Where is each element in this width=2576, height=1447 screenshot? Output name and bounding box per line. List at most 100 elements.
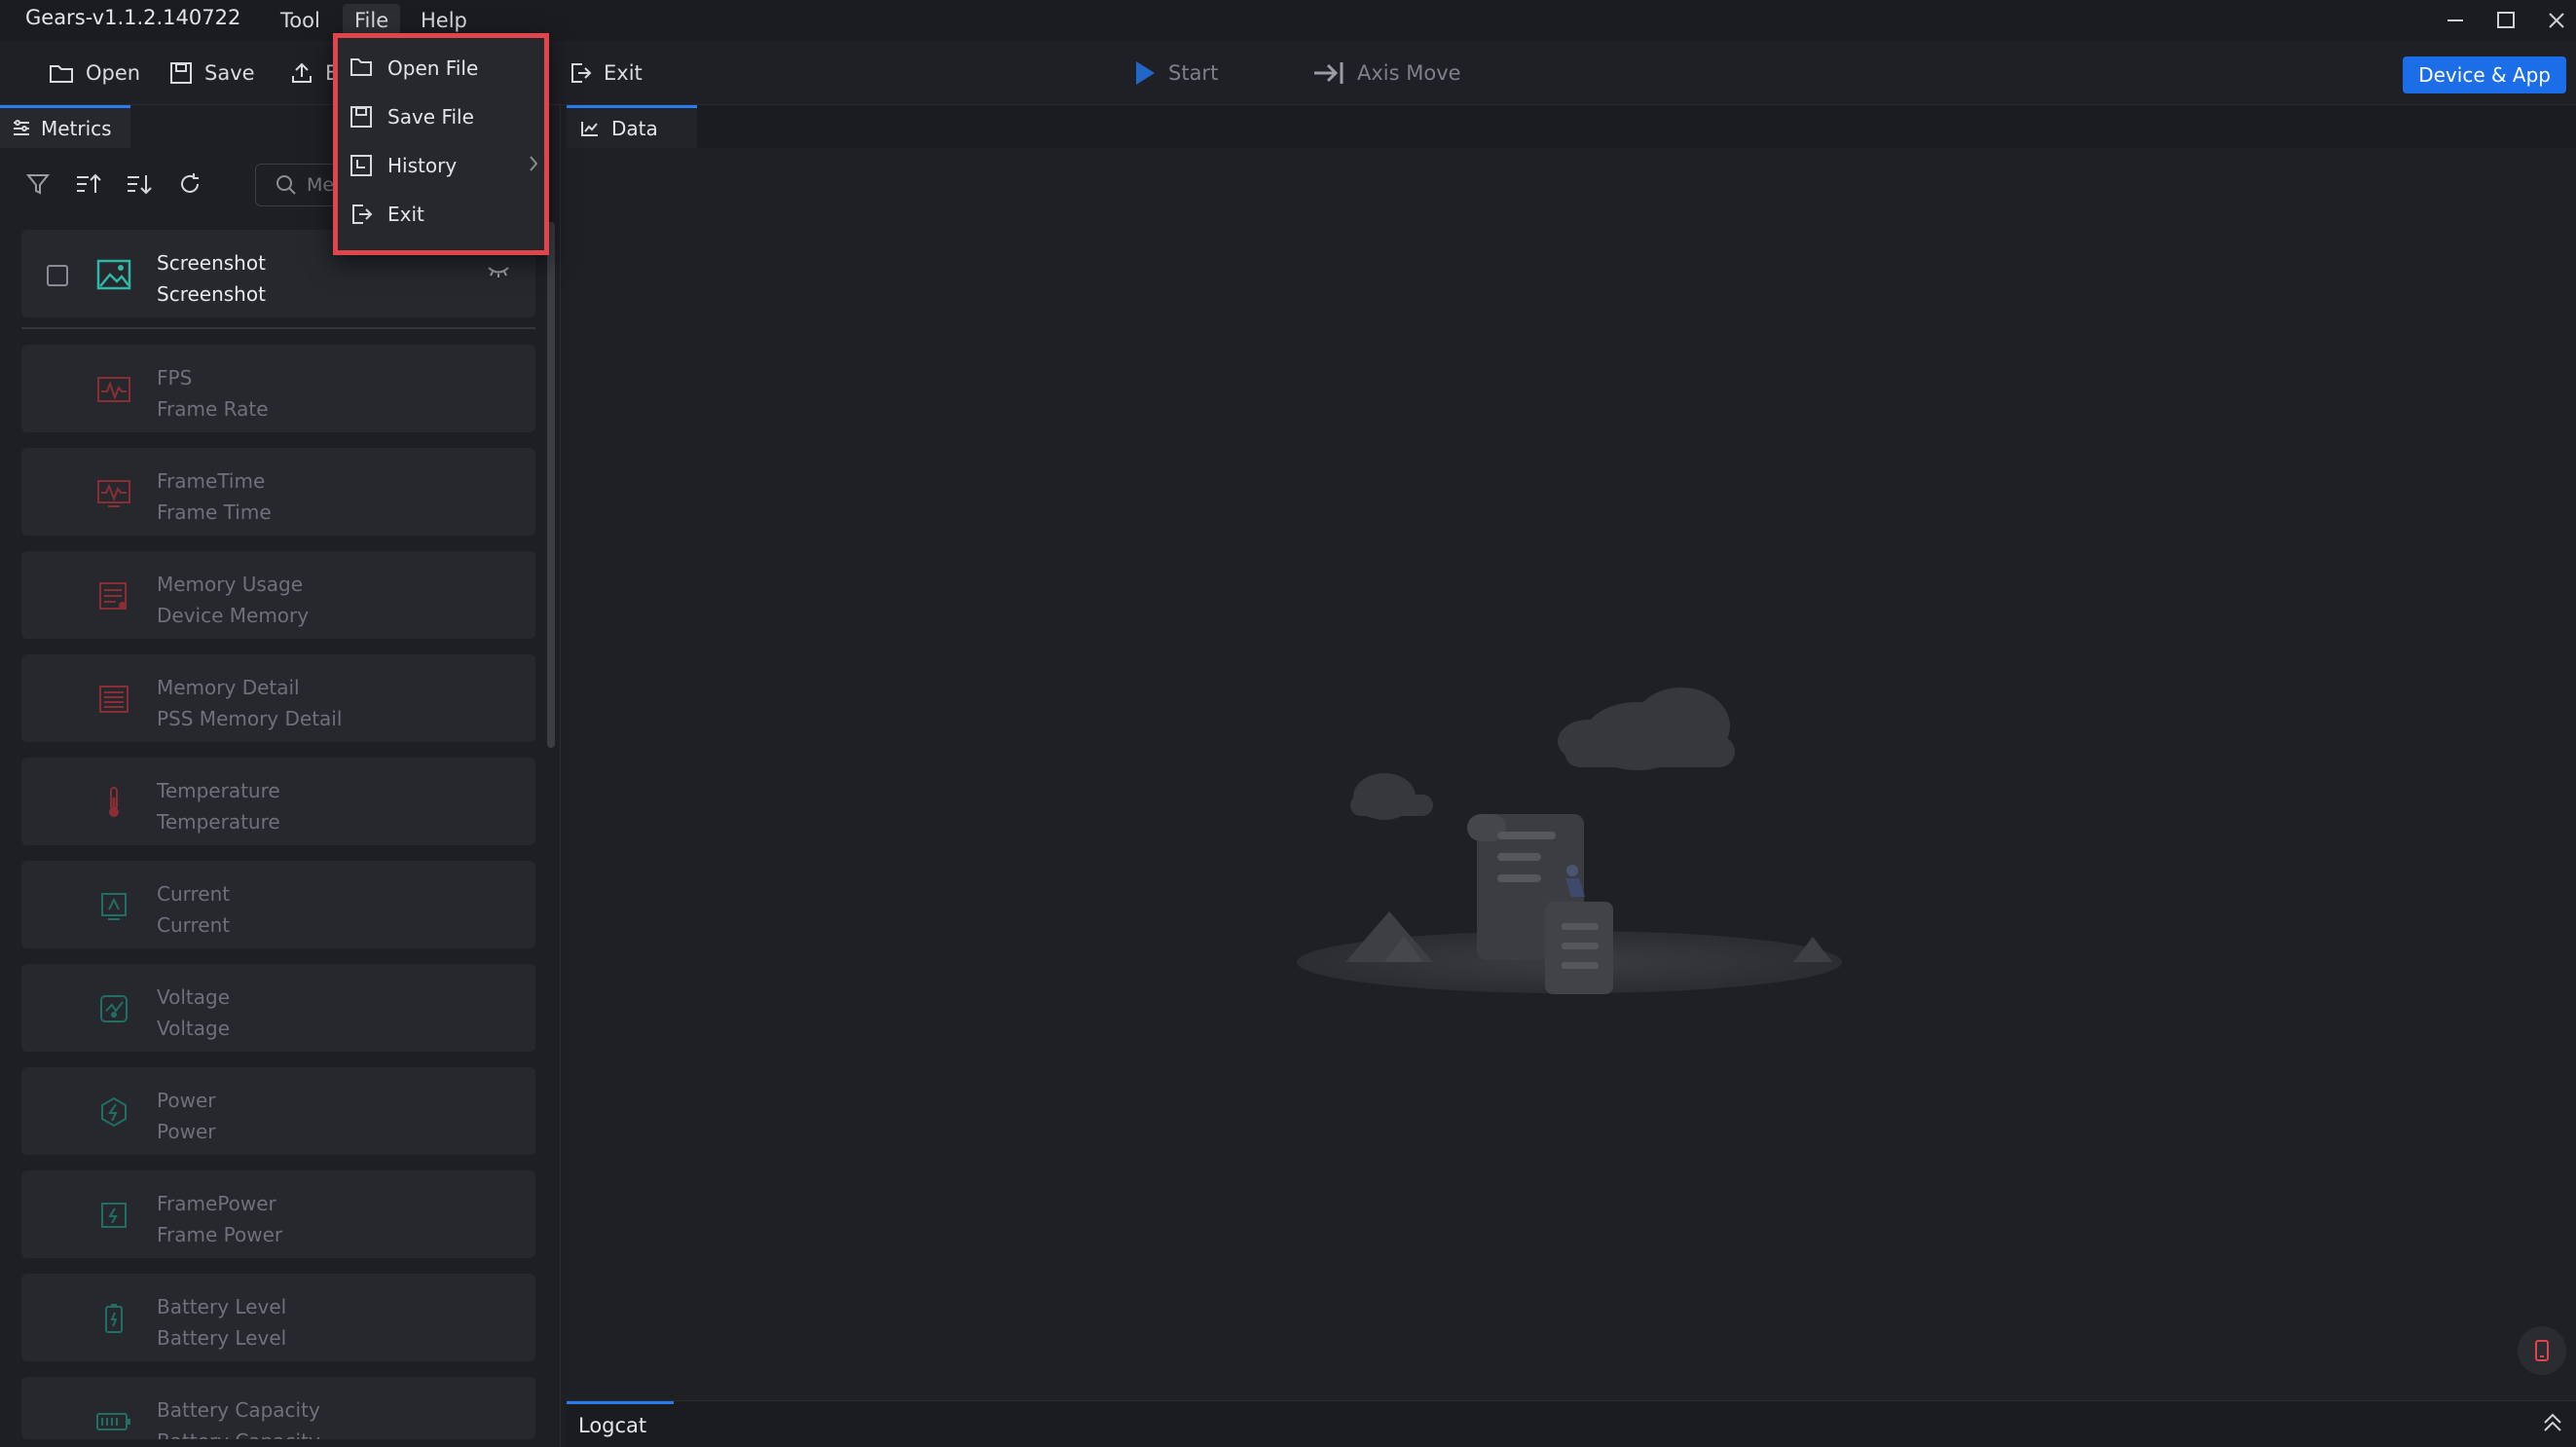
refresh-icon[interactable] xyxy=(175,169,204,199)
battery-capacity-icon xyxy=(95,1404,132,1439)
exit-label: Exit xyxy=(604,61,643,85)
axis-move-label: Axis Move xyxy=(1357,61,1461,85)
device-status-button[interactable] xyxy=(2518,1326,2566,1375)
empty-state-illustration xyxy=(1297,561,1881,999)
save-button[interactable]: Save xyxy=(169,55,255,92)
metric-title: Memory Detail xyxy=(157,676,300,699)
expand-up-icon[interactable] xyxy=(2541,1411,2564,1434)
axis-move-icon xyxy=(1312,60,1345,86)
metrics-scrollbar[interactable] xyxy=(547,222,555,748)
metrics-tools xyxy=(23,169,204,199)
menu-item-exit[interactable]: Exit xyxy=(338,190,544,239)
phone-icon xyxy=(2534,1339,2550,1362)
data-tab-label: Data xyxy=(611,116,658,140)
tab-data[interactable]: Data xyxy=(567,105,697,148)
line-chart-icon xyxy=(580,120,600,137)
file-menu-dropdown: Open File Save File History Exit xyxy=(333,33,549,255)
export-button[interactable]: E xyxy=(290,55,338,92)
metric-title: Voltage xyxy=(157,985,231,1009)
search-icon xyxy=(276,174,297,196)
metric-title: Screenshot xyxy=(157,251,266,275)
save-icon xyxy=(169,61,193,85)
menu-item-save-file[interactable]: Save File xyxy=(338,93,544,141)
menu-item-history[interactable]: History xyxy=(338,141,544,190)
close-icon xyxy=(2547,11,2566,30)
metric-temperature[interactable]: Temperature Temperature xyxy=(21,758,535,845)
eye-closed-icon[interactable] xyxy=(487,265,510,278)
open-button[interactable]: Open xyxy=(49,55,140,92)
current-icon xyxy=(95,888,132,923)
save-icon xyxy=(350,105,373,129)
menu-help[interactable]: Help xyxy=(409,4,479,37)
metric-memory-detail[interactable]: Memory Detail PSS Memory Detail xyxy=(21,654,535,742)
metric-subtitle: Device Memory xyxy=(157,604,310,627)
metric-memory-usage[interactable]: Memory Usage Device Memory xyxy=(21,551,535,639)
metric-subtitle: Frame Time xyxy=(157,501,272,524)
metric-subtitle: Temperature xyxy=(157,810,280,834)
metric-subtitle: Power xyxy=(157,1120,216,1143)
metric-battery-capacity[interactable]: Battery Capacity Battery Capacity xyxy=(21,1377,535,1439)
fps-chart-icon xyxy=(95,372,132,407)
exit-icon xyxy=(569,61,592,85)
metrics-panel: Metrics Me Screenshot Screenshot FPS Fra… xyxy=(0,105,561,1447)
sort-descending-icon[interactable] xyxy=(125,169,154,199)
tab-logcat[interactable]: Logcat xyxy=(567,1401,674,1446)
metric-title: FPS xyxy=(157,366,193,390)
metric-title: Memory Usage xyxy=(157,573,304,596)
search-placeholder: Me xyxy=(307,174,335,196)
metric-title: Temperature xyxy=(157,779,280,802)
menu-file[interactable]: File xyxy=(343,4,401,37)
play-icon xyxy=(1133,60,1157,86)
tab-metrics[interactable]: Metrics xyxy=(0,105,130,148)
open-label: Open xyxy=(86,61,141,85)
metric-framepower[interactable]: FramePower Frame Power xyxy=(21,1170,535,1258)
maximize-button[interactable] xyxy=(2488,6,2523,35)
framepower-icon xyxy=(95,1198,132,1233)
metric-current[interactable]: Current Current xyxy=(21,861,535,948)
metric-title: Current xyxy=(157,882,231,906)
folder-icon xyxy=(49,62,74,84)
start-button[interactable]: Start xyxy=(1133,55,1218,92)
metrics-tab-label: Metrics xyxy=(41,116,112,140)
axis-move-button[interactable]: Axis Move xyxy=(1312,55,1461,92)
menu-item-open-file[interactable]: Open File xyxy=(338,44,544,93)
metric-battery-level[interactable]: Battery Level Battery Level xyxy=(21,1274,535,1361)
metrics-icon xyxy=(12,119,31,137)
export-icon xyxy=(290,61,313,85)
main-tab-bar: Data xyxy=(567,105,2576,148)
folder-icon xyxy=(350,56,373,78)
start-label: Start xyxy=(1168,61,1219,85)
metric-voltage[interactable]: Voltage Voltage xyxy=(21,964,535,1052)
minimize-icon xyxy=(2446,11,2465,30)
menu-item-label: Exit xyxy=(387,203,424,226)
filter-icon[interactable] xyxy=(23,169,53,199)
metric-subtitle: Frame Rate xyxy=(157,397,269,421)
logcat-bar: Logcat xyxy=(567,1400,2576,1447)
metric-subtitle: Voltage xyxy=(157,1017,231,1040)
metric-frametime[interactable]: FrameTime Frame Time xyxy=(21,448,535,536)
metric-fps[interactable]: FPS Frame Rate xyxy=(21,345,535,432)
metric-power[interactable]: Power Power xyxy=(21,1067,535,1155)
device-app-button[interactable]: Device & App xyxy=(2403,56,2566,93)
sort-ascending-icon[interactable] xyxy=(74,169,103,199)
minimize-button[interactable] xyxy=(2438,6,2473,35)
menu-tool[interactable]: Tool xyxy=(269,4,332,37)
history-icon xyxy=(350,154,373,177)
metric-checkbox[interactable] xyxy=(47,265,68,286)
metric-title: Power xyxy=(157,1089,216,1112)
save-label: Save xyxy=(204,61,255,85)
metric-subtitle: Screenshot xyxy=(157,282,266,306)
close-button[interactable] xyxy=(2539,6,2574,35)
maximize-icon xyxy=(2496,11,2516,30)
metrics-divider xyxy=(21,327,535,329)
metric-subtitle: Current xyxy=(157,913,231,937)
exit-icon xyxy=(350,203,373,226)
exit-button[interactable]: Exit xyxy=(569,55,643,92)
menu-item-label: Open File xyxy=(387,56,479,80)
metric-title: FramePower xyxy=(157,1192,276,1215)
frametime-chart-icon xyxy=(95,475,132,510)
metric-subtitle: Battery Level xyxy=(157,1326,287,1350)
metric-subtitle: Frame Power xyxy=(157,1223,283,1246)
main-area: Data xyxy=(567,105,2576,1400)
battery-level-icon xyxy=(95,1301,132,1336)
